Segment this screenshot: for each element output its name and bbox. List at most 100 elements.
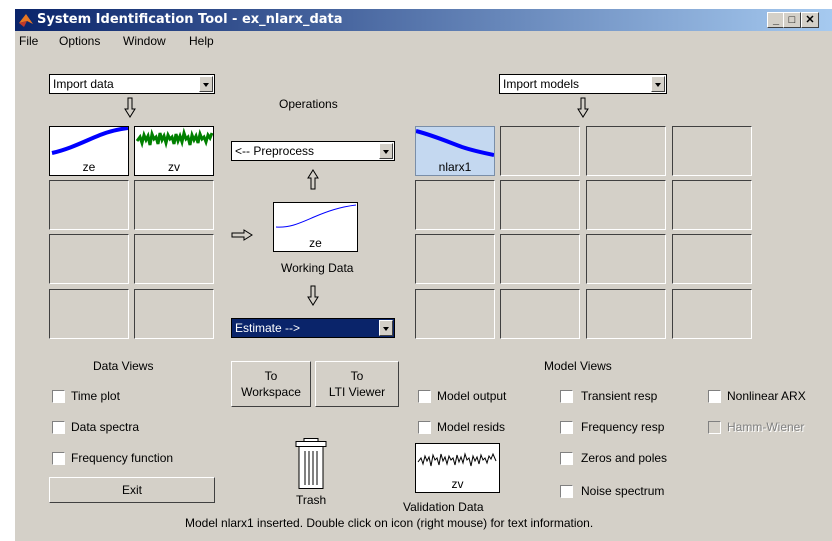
time-plot-label: Time plot bbox=[71, 389, 120, 403]
zeros-poles-checkbox[interactable] bbox=[560, 452, 573, 465]
to-workspace-button[interactable]: To Workspace bbox=[231, 361, 311, 407]
chevron-down-icon bbox=[379, 320, 393, 336]
to-workspace-line2: Workspace bbox=[241, 385, 301, 399]
menu-help[interactable]: Help bbox=[189, 34, 214, 48]
model-views-label: Model Views bbox=[544, 359, 612, 373]
data-slot[interactable] bbox=[134, 234, 214, 284]
model-slot[interactable] bbox=[672, 234, 752, 284]
frequency-function-label: Frequency function bbox=[71, 451, 174, 465]
matlab-logo-icon bbox=[19, 14, 33, 27]
exit-button[interactable]: Exit bbox=[49, 477, 215, 503]
model-slot[interactable] bbox=[500, 234, 580, 284]
to-lti-line2: LTI Viewer bbox=[328, 385, 386, 399]
data-spectra-checkbox[interactable] bbox=[52, 421, 65, 434]
data-icon-ze[interactable]: ze bbox=[49, 126, 129, 176]
data-spectra-label: Data spectra bbox=[71, 420, 140, 434]
model-slot[interactable] bbox=[415, 289, 495, 339]
chevron-down-icon bbox=[379, 143, 393, 159]
arrow-down-icon bbox=[124, 97, 136, 118]
frequency-resp-label: Frequency resp bbox=[581, 420, 665, 434]
working-data-label: Working Data bbox=[281, 261, 354, 275]
data-views-label: Data Views bbox=[93, 359, 154, 373]
hamm-wiener-checkbox bbox=[708, 421, 721, 434]
model-output-checkbox[interactable] bbox=[418, 390, 431, 403]
import-models-value: Import models bbox=[503, 77, 580, 91]
data-slot[interactable] bbox=[134, 180, 214, 230]
signal-thumbnail bbox=[275, 204, 357, 228]
model-slot[interactable] bbox=[586, 180, 666, 230]
time-plot-checkbox[interactable] bbox=[52, 390, 65, 403]
noise-spectrum-label: Noise spectrum bbox=[581, 484, 665, 498]
model-slot[interactable] bbox=[672, 180, 752, 230]
signal-thumbnail bbox=[417, 452, 497, 467]
working-data-icon[interactable]: ze bbox=[273, 202, 358, 252]
trash-label: Trash bbox=[296, 493, 327, 507]
model-resids-label: Model resids bbox=[437, 420, 506, 434]
model-slot[interactable] bbox=[672, 126, 752, 176]
transient-resp-checkbox[interactable] bbox=[560, 390, 573, 403]
close-button[interactable]: ✕ bbox=[801, 12, 819, 28]
preprocess-value: <-- Preprocess bbox=[235, 144, 315, 158]
status-text: Model nlarx1 inserted. Double click on i… bbox=[185, 516, 594, 530]
hamm-wiener-label: Hamm-Wiener bbox=[727, 420, 805, 434]
working-data-item-label: ze bbox=[309, 236, 322, 250]
model-slot[interactable] bbox=[586, 289, 666, 339]
arrow-down-icon bbox=[577, 97, 589, 118]
model-icon-nlarx1[interactable]: nlarx1 bbox=[415, 126, 495, 176]
data-slot[interactable] bbox=[49, 289, 129, 339]
validation-data-icon[interactable]: zv bbox=[415, 443, 500, 493]
signal-thumbnail bbox=[51, 127, 128, 155]
maximize-icon: □ bbox=[788, 14, 796, 26]
menu-bar: File Options Window Help bbox=[15, 31, 832, 51]
data-icon-label: zv bbox=[168, 160, 180, 174]
data-icon-zv[interactable]: zv bbox=[134, 126, 214, 176]
model-slot[interactable] bbox=[672, 289, 752, 339]
data-slot[interactable] bbox=[49, 180, 129, 230]
model-output-label: Model output bbox=[437, 389, 507, 403]
model-slot[interactable] bbox=[500, 289, 580, 339]
model-slot[interactable] bbox=[586, 126, 666, 176]
nonlinear-arx-checkbox[interactable] bbox=[708, 390, 721, 403]
app-window: System Identification Tool - ex_nlarx_da… bbox=[14, 8, 832, 541]
data-slot[interactable] bbox=[49, 234, 129, 284]
trash-icon[interactable] bbox=[295, 438, 327, 490]
menu-options[interactable]: Options bbox=[59, 34, 100, 48]
zeros-poles-label: Zeros and poles bbox=[581, 451, 668, 465]
nonlinear-arx-label: Nonlinear ARX bbox=[727, 389, 806, 403]
close-icon: ✕ bbox=[805, 14, 815, 26]
validation-data-label: Validation Data bbox=[403, 500, 484, 514]
to-lti-line1: To bbox=[350, 369, 364, 383]
data-icon-label: ze bbox=[82, 160, 96, 174]
estimate-select[interactable]: Estimate --> bbox=[231, 318, 395, 338]
model-slot[interactable] bbox=[500, 180, 580, 230]
minimize-icon: _ bbox=[772, 14, 780, 26]
arrow-down-icon bbox=[307, 285, 319, 306]
data-slot[interactable] bbox=[134, 289, 214, 339]
signal-thumbnail bbox=[135, 127, 213, 149]
validation-data-item-label: zv bbox=[451, 477, 464, 491]
to-lti-viewer-button[interactable]: To LTI Viewer bbox=[315, 361, 399, 407]
arrow-right-icon bbox=[231, 229, 253, 241]
arrow-up-icon bbox=[307, 169, 319, 190]
model-slot[interactable] bbox=[586, 234, 666, 284]
transient-resp-label: Transient resp bbox=[581, 389, 658, 403]
frequency-function-checkbox[interactable] bbox=[52, 452, 65, 465]
import-data-value: Import data bbox=[53, 77, 114, 91]
noise-spectrum-checkbox[interactable] bbox=[560, 485, 573, 498]
model-slot[interactable] bbox=[500, 126, 580, 176]
chevron-down-icon bbox=[199, 76, 213, 92]
model-icon-label: nlarx1 bbox=[438, 160, 472, 174]
estimate-value: Estimate --> bbox=[235, 321, 301, 335]
menu-file[interactable]: File bbox=[19, 34, 38, 48]
chevron-down-icon bbox=[651, 76, 665, 92]
preprocess-select[interactable]: <-- Preprocess bbox=[231, 141, 395, 161]
model-resids-checkbox[interactable] bbox=[418, 421, 431, 434]
maximize-button[interactable]: □ bbox=[783, 12, 801, 28]
title-bar[interactable]: System Identification Tool - ex_nlarx_da… bbox=[15, 9, 832, 31]
menu-window[interactable]: Window bbox=[123, 34, 166, 48]
import-data-select[interactable]: Import data bbox=[49, 74, 215, 94]
model-slot[interactable] bbox=[415, 180, 495, 230]
import-models-select[interactable]: Import models bbox=[499, 74, 667, 94]
frequency-resp-checkbox[interactable] bbox=[560, 421, 573, 434]
model-slot[interactable] bbox=[415, 234, 495, 284]
